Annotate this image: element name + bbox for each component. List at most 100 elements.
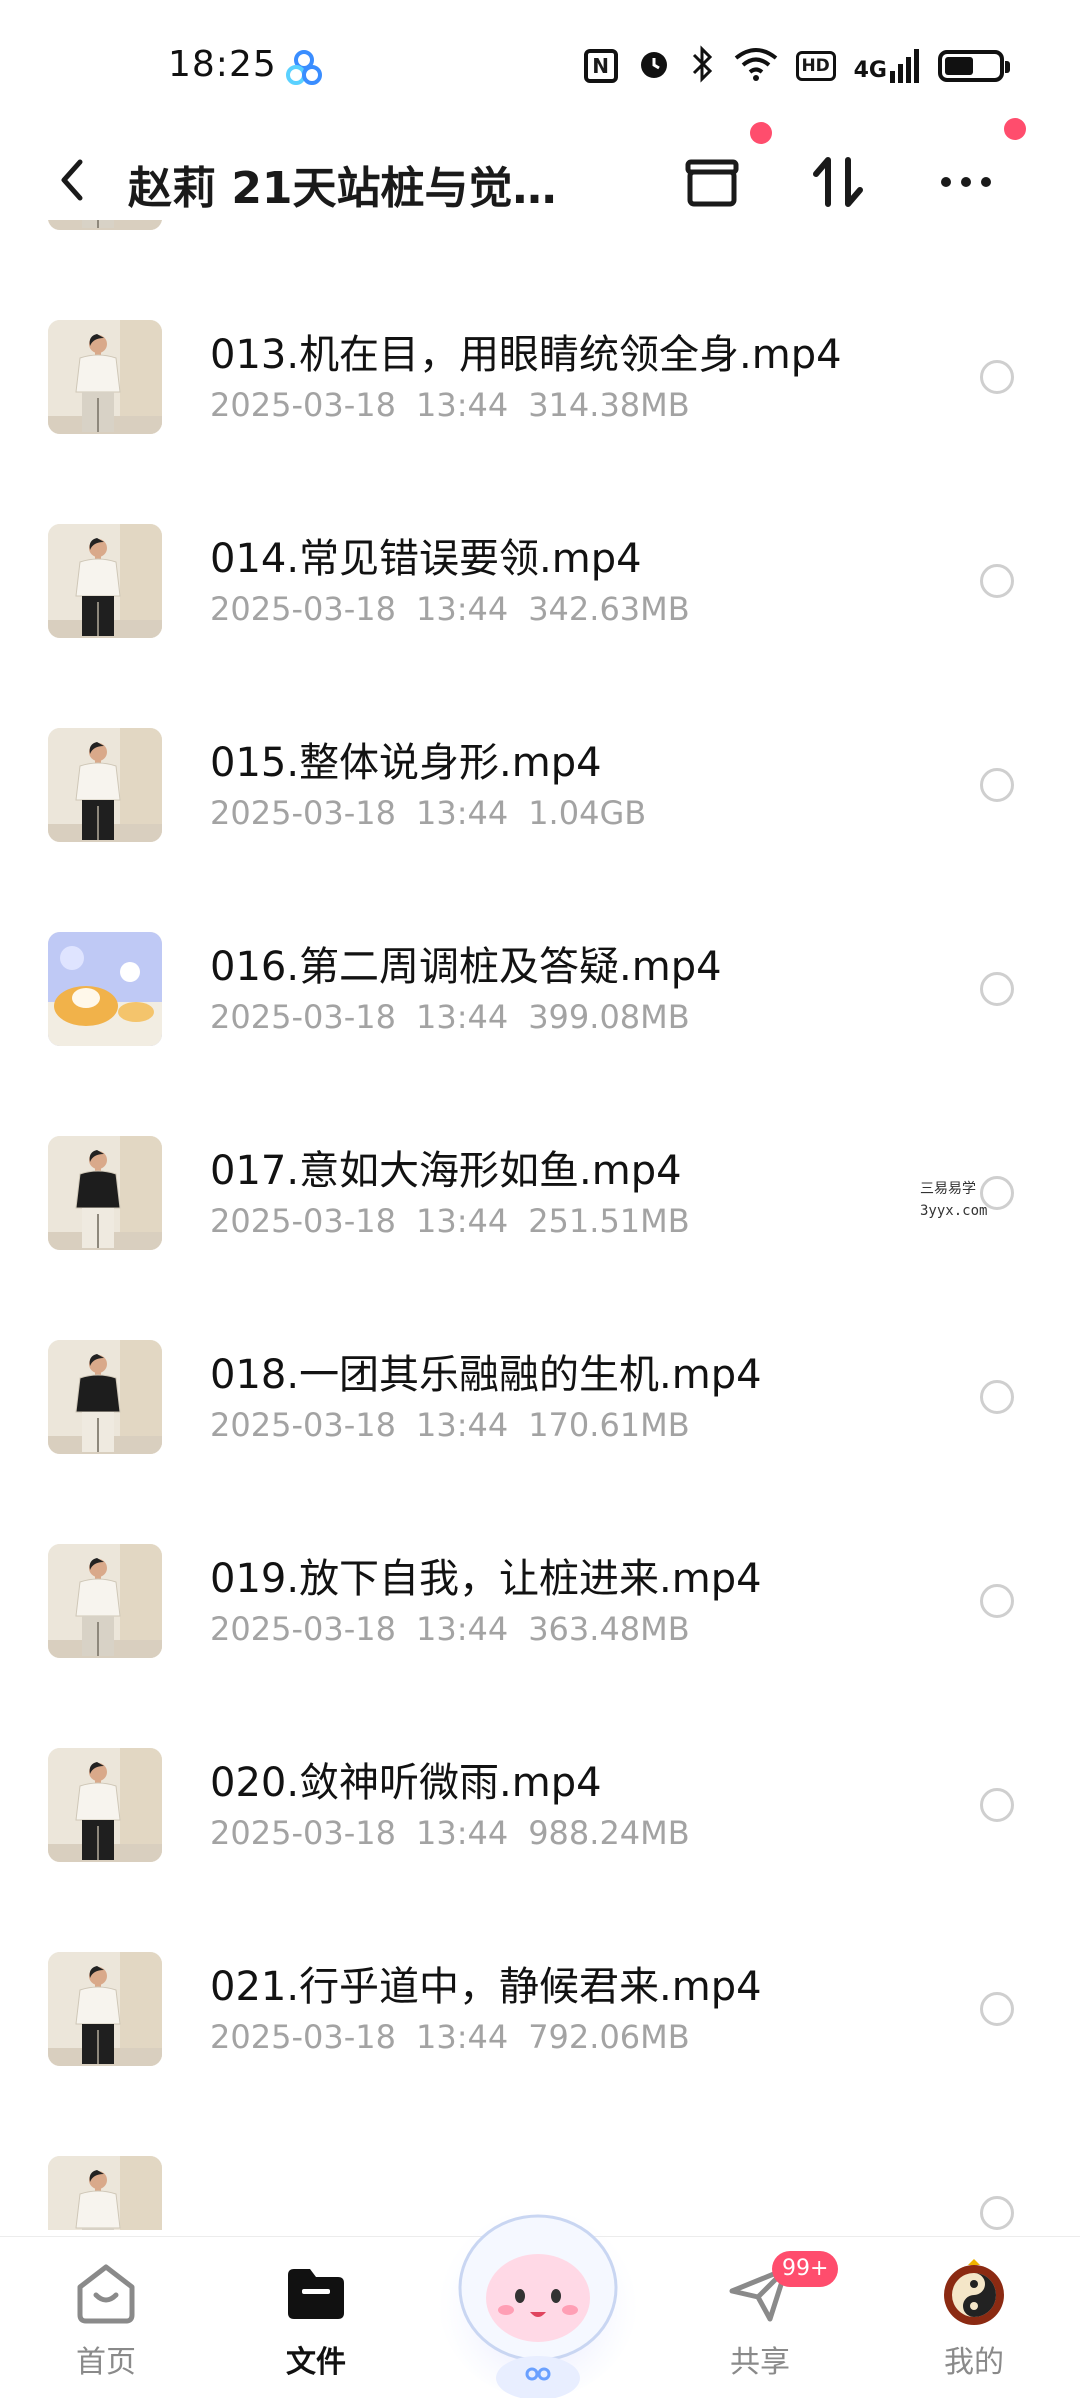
more-notification-dot (1004, 118, 1026, 140)
network-type-label: 4G (853, 58, 887, 83)
nav-home[interactable]: 首页 (36, 2257, 176, 2397)
file-name: 013.机在目，用眼睛统领全身.mp4 (210, 332, 842, 378)
select-checkbox[interactable] (980, 2196, 1014, 2230)
file-size: 988.24MB (528, 1814, 690, 1852)
nav-home-label: 首页 (76, 2345, 136, 2380)
file-row[interactable]: 020.敛神听微雨.mp4 2025-03-18 13:44 988.24MB (0, 1694, 1080, 1898)
file-name: 016.第二周调桩及答疑.mp4 (210, 944, 722, 990)
file-size: 399.08MB (528, 998, 690, 1036)
page-title: 赵莉 21天站桩与觉… (128, 163, 557, 214)
file-date: 2025-03-18 (210, 794, 396, 832)
nav-files-label: 文件 (286, 2345, 346, 2380)
select-checkbox[interactable] (980, 768, 1014, 802)
select-checkbox[interactable] (980, 1584, 1014, 1618)
select-checkbox[interactable] (980, 564, 1014, 598)
video-thumbnail (48, 1340, 162, 1454)
file-name: 015.整体说身形.mp4 (210, 740, 602, 786)
home-icon (77, 2264, 135, 2324)
video-thumbnail (48, 220, 162, 230)
file-meta: 2025-03-18 13:44 792.06MB (210, 2018, 690, 2056)
file-name: 019.放下自我，让桩进来.mp4 (210, 1556, 762, 1602)
file-meta: 2025-03-18 13:44 314.38MB (210, 386, 690, 424)
file-list[interactable]: 2025-03-1813:44296.24MB013.机在目，用眼睛统领全身.m… (0, 220, 1080, 2230)
select-checkbox[interactable] (980, 1788, 1014, 1822)
archive-button[interactable] (676, 146, 748, 218)
file-date: 2025-03-18 (210, 1610, 396, 1648)
file-time: 13:44 (415, 1610, 509, 1648)
file-meta: 2025-03-18 13:44 342.63MB (210, 590, 690, 628)
file-meta: 2025-03-18 13:44 399.08MB (210, 998, 690, 1036)
file-row[interactable]: 018.一团其乐融融的生机.mp4 2025-03-18 13:44 170.61MB (0, 1286, 1080, 1490)
file-date: 2025-03-18 (210, 1814, 396, 1852)
folder-icon (288, 2269, 344, 2319)
share-badge: 99+ (772, 2251, 839, 2287)
sort-button[interactable] (802, 146, 874, 218)
file-time: 13:44 (415, 998, 509, 1036)
watermark-line-2: 3yyx.com (920, 1203, 988, 1219)
select-checkbox[interactable] (980, 1380, 1014, 1414)
status-icons: N HD 4G (583, 44, 1010, 88)
video-thumbnail (48, 932, 162, 1046)
video-thumbnail (48, 1952, 162, 2066)
file-row[interactable]: 014.常见错误要领.mp4 2025-03-18 13:44 342.63MB (0, 470, 1080, 674)
file-row[interactable]: 016.第二周调桩及答疑.mp4 2025-03-18 13:44 399.08MB (0, 878, 1080, 1082)
archive-notification-dot (750, 122, 772, 144)
file-list-content: 2025-03-1813:44296.24MB013.机在目，用眼睛统领全身.m… (0, 220, 1080, 2230)
file-size: 1.04GB (528, 794, 647, 832)
app-notification-icon (284, 48, 324, 88)
file-size: 251.51MB (528, 1202, 690, 1240)
nfc-icon: N (583, 49, 618, 83)
watermark-line-1: 三易易学 (920, 1181, 976, 1197)
video-thumbnail (48, 1748, 162, 1862)
status-time: 18:25 (168, 44, 277, 85)
file-row[interactable]: 013.机在目，用眼睛统领全身.mp4 2025-03-18 13:44 314.38… (0, 266, 1080, 470)
file-size: 314.38MB (528, 386, 690, 424)
file-row[interactable]: 2025-03-1813:44296.24MB (0, 220, 1080, 266)
file-meta: 2025-03-18 13:44 170.61MB (210, 1406, 690, 1444)
file-time: 13:44 (415, 2018, 509, 2056)
header: 赵莉 21天站桩与觉… (0, 118, 1080, 220)
select-checkbox[interactable] (980, 1992, 1014, 2026)
video-thumbnail (48, 2156, 162, 2230)
avatar-icon (944, 2259, 1004, 2325)
file-size: 363.48MB (528, 1610, 690, 1648)
more-button[interactable] (930, 146, 1002, 218)
file-name: 017.意如大海形如鱼.mp4 (210, 1148, 682, 1194)
assistant-mascot-button[interactable] (428, 2178, 648, 2400)
file-row[interactable]: 017.意如大海形如鱼.mp4 2025-03-18 13:44 251.51MB (0, 1082, 1080, 1286)
file-time: 13:44 (415, 1814, 509, 1852)
bluetooth-icon (690, 45, 716, 87)
file-time: 13:44 (415, 1202, 509, 1240)
nav-files[interactable]: 文件 (246, 2257, 386, 2397)
file-name: 021.行乎道中，静候君来.mp4 (210, 1964, 762, 2010)
more-icon (941, 177, 991, 187)
wifi-icon (734, 46, 778, 86)
nav-share[interactable]: 99+ 共享 (690, 2251, 839, 2397)
nav-share-label: 共享 (730, 2345, 790, 2380)
select-checkbox[interactable] (980, 972, 1014, 1006)
file-meta: 2025-03-18 13:44 1.04GB (210, 794, 646, 832)
file-time: 13:44 (415, 386, 509, 424)
chevron-left-icon (61, 159, 83, 201)
file-date: 2025-03-18 (210, 386, 396, 424)
4g-signal-icon: 4G (854, 49, 920, 83)
file-date: 2025-03-18 (210, 1406, 396, 1444)
file-name: 014.常见错误要领.mp4 (210, 536, 642, 582)
file-date: 2025-03-18 (210, 1202, 396, 1240)
file-row[interactable]: 015.整体说身形.mp4 2025-03-18 13:44 1.04GB (0, 674, 1080, 878)
mascot-icon (438, 2198, 638, 2400)
file-date: 2025-03-18 (210, 998, 396, 1036)
battery-icon (938, 50, 1010, 82)
file-time: 13:44 (415, 590, 509, 628)
video-thumbnail (48, 728, 162, 842)
file-row[interactable]: 021.行乎道中，静候君来.mp4 2025-03-18 13:44 792.06MB (0, 1898, 1080, 2102)
file-meta: 2025-03-18 13:44 251.51MB (210, 1202, 690, 1240)
nav-mine[interactable]: 我的 (904, 2257, 1044, 2397)
select-checkbox[interactable] (980, 360, 1014, 394)
file-date: 2025-03-18 (210, 590, 396, 628)
watermark: 三易易学 3yyx.com (920, 1178, 987, 1222)
file-size: 170.61MB (528, 1406, 690, 1444)
alarm-icon (636, 46, 672, 86)
back-button[interactable] (46, 150, 106, 210)
file-row[interactable]: 019.放下自我，让桩进来.mp4 2025-03-18 13:44 363.48MB (0, 1490, 1080, 1694)
